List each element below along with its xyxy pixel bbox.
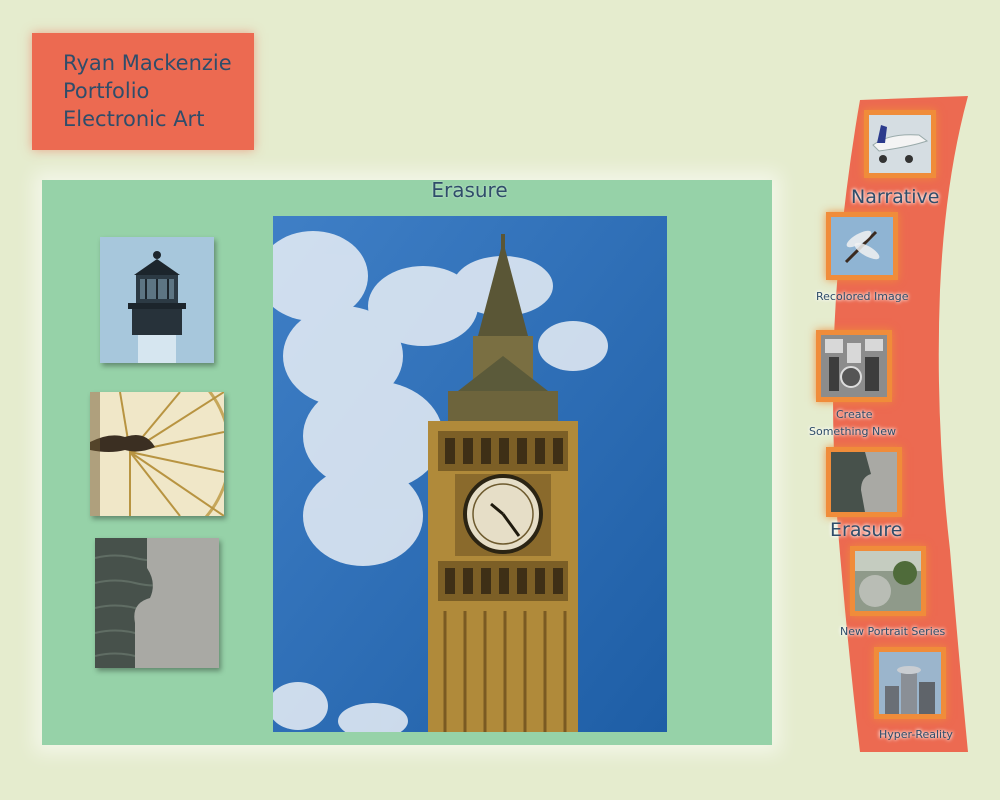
nav-label-new-portrait-series[interactable]: New Portrait Series [840, 623, 945, 640]
erasure-water-image [95, 538, 219, 668]
nav-label-narrative[interactable]: Narrative [851, 186, 939, 208]
nav-thumb-recolored-image[interactable] [826, 212, 898, 280]
dragonfly-image [831, 217, 893, 275]
nav-label-something-new[interactable]: Something New [809, 423, 896, 440]
site-title-subject: Electronic Art [63, 107, 205, 131]
lighthouse-image [100, 237, 214, 363]
nav-label-erasure[interactable]: Erasure [830, 519, 902, 541]
nav-thumb-narrative[interactable] [864, 110, 936, 178]
gallery-panel: Erasure [42, 178, 772, 745]
nav-label-recolored-image[interactable]: Recolored Image [816, 288, 908, 305]
gallery-title: Erasure [431, 178, 508, 202]
clock-face-image [90, 392, 224, 516]
site-title-box: Ryan Mackenzie Portfolio Electronic Art [32, 33, 254, 150]
site-title-portfolio: Portfolio [63, 79, 150, 103]
gallery-thumb-lighthouse[interactable] [100, 237, 214, 363]
machine-collage-image [821, 335, 887, 397]
nav-thumb-new-portrait-series[interactable] [850, 546, 926, 616]
erasure-thumb-image [831, 452, 897, 512]
nav-thumb-erasure[interactable] [826, 447, 902, 517]
nav-label-hyper-reality[interactable]: Hyper-Reality [879, 726, 953, 743]
site-title-name: Ryan Mackenzie [63, 51, 232, 75]
portrait-foliage-image [855, 551, 921, 611]
nav-thumb-create-something-new[interactable] [816, 330, 892, 402]
airplane-image [869, 115, 931, 173]
gallery-thumb-erasure[interactable] [95, 538, 219, 668]
gallery-thumb-clock-face[interactable] [90, 392, 224, 516]
nav-thumb-hyper-reality[interactable] [874, 647, 946, 719]
nav-label-create[interactable]: Create [836, 406, 873, 423]
clock-tower-image [273, 216, 667, 732]
city-tower-image [879, 652, 941, 714]
main-photo-clock-tower [273, 216, 667, 732]
